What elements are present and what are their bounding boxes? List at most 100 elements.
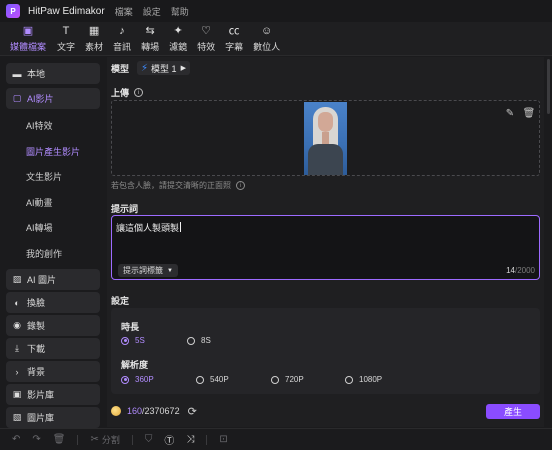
trash-icon[interactable]: 🗑 bbox=[523, 107, 536, 119]
menu-help[interactable]: 幫助 bbox=[171, 5, 189, 18]
prompt-text-wrap: 讓這個人製頭製 bbox=[116, 221, 182, 234]
tab-transition-label: 轉場 bbox=[141, 42, 160, 52]
tab-effects-label: 特效 bbox=[197, 42, 216, 52]
tab-audio[interactable]: ♪ 音訊 bbox=[108, 22, 136, 56]
tab-assets[interactable]: ▦ 素材 bbox=[80, 22, 108, 56]
prompt-text: 讓這個人製頭製 bbox=[116, 223, 180, 233]
prompt-char-count: 14/2000 bbox=[506, 266, 535, 275]
sidebar-item-label: 下載 bbox=[27, 344, 46, 354]
text-cursor bbox=[180, 222, 182, 232]
generate-button[interactable]: 產生 bbox=[486, 404, 540, 419]
main-toolbar: ▣ 媒體檔案 T 文字 ▦ 素材 ♪ 音訊 ⇆ 轉場 ✦ 濾鏡 ♡ 特效 ㏄ 字… bbox=[0, 22, 552, 56]
duration-label: 時長 bbox=[121, 322, 140, 332]
resolution-option-720p[interactable]: 720P bbox=[271, 375, 304, 384]
shield-icon[interactable]: ⛉ bbox=[145, 434, 153, 445]
sidebar-item-label: AI 圖片 bbox=[27, 275, 57, 285]
tab-audio-label: 音訊 bbox=[113, 42, 132, 52]
duration-option-8s[interactable]: 8S bbox=[187, 336, 211, 345]
tab-subtitle[interactable]: ㏄ 字幕 bbox=[220, 22, 248, 56]
settings-title: 設定 bbox=[111, 296, 130, 306]
sidebar-item-ai-image[interactable]: ▨ AI 圖片 bbox=[6, 269, 100, 290]
duration-option-label: 5S bbox=[135, 336, 145, 345]
resolution-option-360p[interactable]: 360P bbox=[121, 375, 154, 384]
sidebar-item-background[interactable]: › 背景 bbox=[6, 361, 100, 382]
image-library-icon: ▧ bbox=[12, 412, 22, 422]
music-note-icon: ♪ bbox=[119, 25, 125, 37]
prompt-count-current: 14 bbox=[506, 266, 515, 275]
tab-digital-human[interactable]: ☺ 數位人 bbox=[248, 22, 285, 56]
prompt-tag-button[interactable]: 提示詞標籤 ▼ bbox=[118, 264, 178, 277]
sidebar-sub-ai-transition[interactable]: AI轉場 bbox=[6, 215, 100, 241]
info-icon[interactable]: i bbox=[236, 181, 245, 190]
radio-icon bbox=[271, 375, 279, 384]
lightning-icon: ⚡ bbox=[141, 62, 149, 74]
upload-title: 上傳 bbox=[111, 88, 130, 98]
sidebar-sub-text-to-video[interactable]: 文生影片 bbox=[6, 164, 100, 190]
tab-media-label: 媒體檔案 bbox=[10, 42, 47, 52]
sidebar-item-label: 本地 bbox=[27, 69, 46, 79]
prompt-tag-label: 提示詞標籤 bbox=[123, 266, 163, 275]
upload-title-row: 上傳 i bbox=[111, 86, 144, 99]
sidebar-item-label: 背景 bbox=[27, 367, 46, 377]
model-select[interactable]: ⚡ 模型 1 ▶ bbox=[137, 61, 190, 75]
sidebar-item-local[interactable]: ▬ 本地 bbox=[6, 63, 100, 84]
sidebar-item-record[interactable]: ◉ 錄製 bbox=[6, 315, 100, 336]
menu-settings[interactable]: 設定 bbox=[143, 5, 161, 18]
tab-filter[interactable]: ✦ 濾鏡 bbox=[164, 22, 192, 56]
sidebar-item-label: 換臉 bbox=[27, 298, 46, 308]
undo-icon[interactable]: ↶ bbox=[12, 434, 20, 445]
radio-icon bbox=[187, 336, 195, 345]
sidebar-item-video-library[interactable]: ▣ 影片庫 bbox=[6, 384, 100, 405]
resolution-option-540p[interactable]: 540P bbox=[196, 375, 229, 384]
image-icon: ▨ bbox=[12, 274, 22, 284]
sidebar-item-ai-video[interactable]: ▢ AI影片 bbox=[6, 88, 100, 109]
record-icon: ◉ bbox=[13, 320, 21, 330]
tab-media[interactable]: ▣ 媒體檔案 bbox=[0, 22, 52, 56]
text-box-icon[interactable]: Ⓣ bbox=[164, 432, 174, 447]
info-icon[interactable]: i bbox=[134, 88, 144, 97]
assets-icon: ▦ bbox=[88, 25, 100, 37]
sidebar-item-label: 圖片庫 bbox=[27, 413, 55, 423]
split-audio-icon[interactable]: ⤨ bbox=[186, 434, 194, 445]
duration-option-label: 8S bbox=[201, 336, 211, 345]
scissors-icon: ✂ bbox=[90, 434, 99, 445]
sidebar-sub-my-creations[interactable]: 我的創作 bbox=[6, 241, 100, 267]
tab-text[interactable]: T 文字 bbox=[52, 22, 80, 56]
app-logo-icon: P bbox=[6, 4, 20, 18]
sidebar-sub-ai-effects[interactable]: AI特效 bbox=[6, 113, 100, 139]
sidebar-sub-image-to-video[interactable]: 圖片產生影片 bbox=[6, 139, 100, 165]
sidebar-item-download[interactable]: ⤓ 下載 bbox=[6, 338, 100, 359]
refresh-icon[interactable]: ⟳ bbox=[188, 405, 197, 418]
chevron-right-icon: ▶ bbox=[180, 65, 186, 72]
sidebar-item-label: 影片庫 bbox=[27, 390, 55, 400]
image-to-video-panel: 模型 ⚡ 模型 1 ▶ 上傳 i ✎ 🗑 若包含人臉，請提交清晰的正面照 i 提… bbox=[107, 57, 544, 427]
duration-option-5s[interactable]: 5S bbox=[121, 336, 145, 345]
timeline-toolbar: ↶ ↷ 🗑 ✂ 分割 ⛉ Ⓣ ⤨ ⊡ bbox=[0, 428, 552, 450]
split-button[interactable]: ✂ 分割 bbox=[90, 433, 119, 446]
sidebar-sub-ai-animation[interactable]: AI動畫 bbox=[6, 190, 100, 216]
resolution-option-1080p[interactable]: 1080P bbox=[345, 375, 382, 384]
text-icon: T bbox=[62, 25, 70, 37]
toolbar-divider bbox=[206, 434, 208, 445]
scrollbar[interactable] bbox=[545, 57, 552, 427]
transition-icon: ⇆ bbox=[145, 25, 155, 37]
tab-effects[interactable]: ♡ 特效 bbox=[192, 22, 220, 56]
edit-icon[interactable]: ✎ bbox=[504, 107, 516, 119]
export-frame-icon[interactable]: ⊡ bbox=[219, 434, 227, 445]
download-icon: ⤓ bbox=[15, 343, 19, 353]
redo-icon[interactable]: ↷ bbox=[32, 434, 40, 445]
prompt-textarea[interactable]: 讓這個人製頭製 提示詞標籤 ▼ 14/2000 bbox=[111, 215, 540, 280]
generate-footer: 160/2370672 ⟳ 產生 bbox=[111, 399, 540, 423]
sidebar-item-image-library[interactable]: ▧ 圖片庫 bbox=[6, 407, 100, 428]
tab-transition[interactable]: ⇆ 轉場 bbox=[136, 22, 164, 56]
sidebar: ▬ 本地 ▢ AI影片 AI特效 圖片產生影片 文生影片 AI動畫 AI轉場 我… bbox=[0, 57, 106, 428]
delete-icon[interactable]: 🗑 bbox=[53, 434, 66, 445]
ai-video-icon: ▢ bbox=[12, 93, 22, 103]
toolbar-divider bbox=[131, 434, 133, 445]
sidebar-item-face-swap[interactable]: ◐ 換臉 bbox=[6, 292, 100, 313]
prompt-title: 提示詞 bbox=[111, 204, 139, 214]
upload-dropzone[interactable]: ✎ 🗑 bbox=[111, 100, 540, 176]
split-label: 分割 bbox=[101, 435, 120, 445]
menu-file[interactable]: 檔案 bbox=[115, 5, 133, 18]
scrollbar-thumb[interactable] bbox=[547, 59, 550, 114]
